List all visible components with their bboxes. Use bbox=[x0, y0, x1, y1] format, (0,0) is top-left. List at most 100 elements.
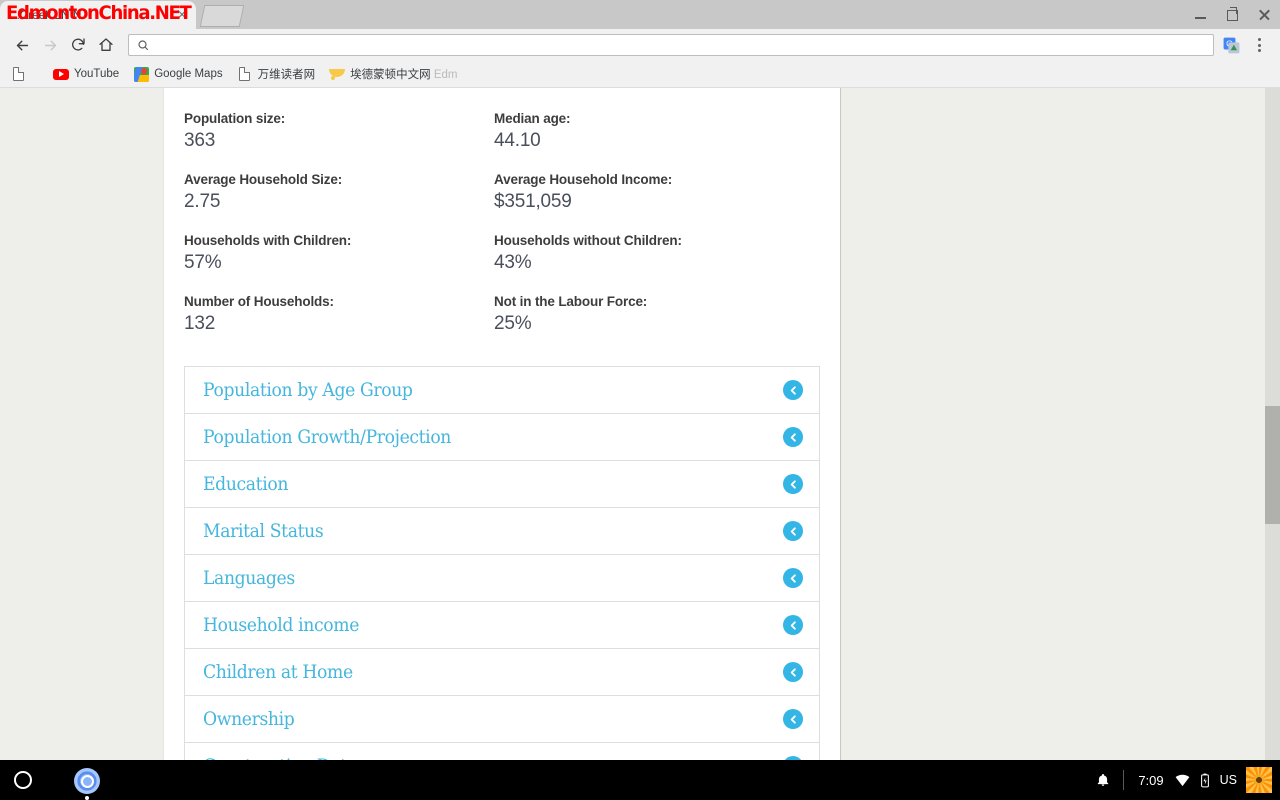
stat-average-household-income: Average Household Income: $351,059 bbox=[494, 171, 820, 232]
stat-average-household-size: Average Household Size: 2.75 bbox=[184, 171, 494, 232]
accordion-item-ownership[interactable]: Ownership bbox=[185, 696, 819, 743]
home-icon[interactable] bbox=[92, 31, 120, 59]
launcher-icon[interactable] bbox=[14, 771, 32, 789]
stat-value: 132 bbox=[184, 313, 216, 334]
chevron-left-icon[interactable] bbox=[783, 615, 803, 635]
window-controls bbox=[1184, 0, 1280, 29]
bookmark-label: 埃德蒙顿中文网 Edm bbox=[350, 69, 458, 81]
document-icon bbox=[237, 66, 253, 82]
bookmarks-bar: YouTube Google Maps 万维读者网 埃德蒙顿中文网 Edm bbox=[0, 61, 1280, 88]
wifi-icon[interactable] bbox=[1172, 774, 1194, 787]
stat-label: Median age: bbox=[494, 111, 571, 126]
active-app-indicator bbox=[85, 796, 89, 800]
chevron-left-icon[interactable] bbox=[783, 568, 803, 588]
stat-value: $351,059 bbox=[494, 191, 572, 212]
battery-icon[interactable] bbox=[1194, 773, 1216, 788]
scrollbar-thumb[interactable] bbox=[1265, 406, 1280, 524]
window-restore-icon[interactable] bbox=[1216, 0, 1248, 29]
chevron-left-icon[interactable] bbox=[783, 474, 803, 494]
browser-tab[interactable]: ...Creek LN N bbox=[0, 1, 196, 29]
chrome-icon[interactable] bbox=[74, 768, 100, 794]
accordion-label: Household income bbox=[203, 614, 360, 636]
vertical-scrollbar[interactable] bbox=[1265, 88, 1280, 760]
tab-close-icon[interactable] bbox=[174, 7, 190, 23]
stat-value: 363 bbox=[184, 130, 216, 151]
stat-label: Average Household Income: bbox=[494, 172, 673, 187]
accordion-item-marital-status[interactable]: Marital Status bbox=[185, 508, 819, 555]
tray-divider bbox=[1123, 770, 1125, 790]
stat-value: 44.10 bbox=[494, 130, 541, 151]
flag-icon bbox=[329, 66, 346, 82]
chevron-left-icon[interactable] bbox=[783, 662, 803, 682]
keyboard-layout-indicator[interactable]: US bbox=[1216, 773, 1244, 787]
stat-value: 2.75 bbox=[184, 191, 221, 212]
stat-label: Number of Households: bbox=[184, 294, 334, 309]
search-icon bbox=[138, 40, 149, 51]
three-dot-menu-icon[interactable] bbox=[1246, 31, 1272, 59]
stat-number-of-households: Number of Households: 132 bbox=[184, 293, 494, 354]
stat-label: Households with Children: bbox=[184, 233, 352, 248]
tab-title: ...Creek LN N bbox=[10, 8, 82, 22]
accordion-label: Marital Status bbox=[203, 520, 324, 542]
bookmark-item[interactable] bbox=[10, 66, 31, 82]
window-close-icon[interactable] bbox=[1248, 0, 1280, 29]
accordion-label: Population Growth/Projection bbox=[203, 426, 452, 448]
system-tray[interactable]: 7:09 US bbox=[1085, 760, 1272, 800]
stat-label: Not in the Labour Force: bbox=[494, 294, 648, 309]
new-tab-button[interactable] bbox=[199, 5, 245, 27]
stat-value: 43% bbox=[494, 252, 532, 273]
stat-population-size: Population size: 363 bbox=[184, 110, 494, 171]
document-icon bbox=[10, 66, 26, 82]
tab-strip: ...Creek LN N EdmontonChina.NET bbox=[0, 0, 1280, 29]
content-card: Population size: 363 Median age: 44.10 A… bbox=[163, 88, 841, 760]
accordion-label: Population by Age Group bbox=[203, 379, 413, 401]
youtube-icon bbox=[53, 66, 69, 82]
chevron-left-icon[interactable] bbox=[783, 709, 803, 729]
user-avatar[interactable] bbox=[1246, 767, 1272, 793]
stat-label: Households without Children: bbox=[494, 233, 682, 248]
accordion-label: Education bbox=[203, 473, 289, 495]
bookmark-label: 万维读者网 bbox=[257, 69, 316, 81]
bookmark-item-wanwei[interactable]: 万维读者网 bbox=[237, 66, 316, 82]
back-arrow-icon[interactable] bbox=[8, 31, 36, 59]
forward-arrow-icon bbox=[36, 31, 64, 59]
bookmark-label: Google Maps bbox=[154, 68, 223, 80]
clock[interactable]: 7:09 bbox=[1130, 773, 1171, 788]
chevron-left-icon[interactable] bbox=[783, 380, 803, 400]
bookmark-item-google-maps[interactable]: Google Maps bbox=[133, 66, 223, 82]
accordion-item-children-at-home[interactable]: Children at Home bbox=[185, 649, 819, 696]
stat-value: 25% bbox=[494, 313, 532, 334]
accordion-item-population-by-age-group[interactable]: Population by Age Group bbox=[185, 367, 819, 414]
bookmark-item-youtube[interactable]: YouTube bbox=[53, 66, 119, 82]
system-shelf: 7:09 US bbox=[0, 760, 1280, 800]
stat-value: 57% bbox=[184, 252, 222, 273]
address-bar[interactable] bbox=[128, 34, 1214, 56]
translate-icon[interactable]: G bbox=[1220, 34, 1242, 56]
stat-median-age: Median age: 44.10 bbox=[494, 110, 820, 171]
page-viewport: Population size: 363 Median age: 44.10 A… bbox=[0, 88, 1280, 760]
reload-icon[interactable] bbox=[64, 31, 92, 59]
stat-not-in-labour-force: Not in the Labour Force: 25% bbox=[494, 293, 820, 354]
accordion-item-household-income[interactable]: Household income bbox=[185, 602, 819, 649]
bookmark-item-edmonton-chinese[interactable]: 埃德蒙顿中文网 Edm bbox=[329, 66, 457, 82]
demographics-stats-grid: Population size: 363 Median age: 44.10 A… bbox=[184, 88, 820, 354]
window-minimize-icon[interactable] bbox=[1184, 0, 1216, 29]
bell-icon[interactable] bbox=[1085, 773, 1121, 787]
stat-households-with-children: Households with Children: 57% bbox=[184, 232, 494, 293]
stat-label: Average Household Size: bbox=[184, 172, 343, 187]
accordion-label: Languages bbox=[203, 567, 295, 589]
accordion-label: Ownership bbox=[203, 708, 295, 730]
accordion-label: Children at Home bbox=[203, 661, 353, 683]
browser-toolbar: G bbox=[0, 29, 1280, 61]
bookmark-label: YouTube bbox=[74, 68, 120, 80]
accordion-item-construction-date[interactable]: Construction Date bbox=[185, 743, 819, 760]
stat-households-without-children: Households without Children: 43% bbox=[494, 232, 820, 293]
accordion-item-languages[interactable]: Languages bbox=[185, 555, 819, 602]
accordion-list: Population by Age Group Population Growt… bbox=[184, 366, 820, 760]
accordion-item-education[interactable]: Education bbox=[185, 461, 819, 508]
browser-window: ...Creek LN N EdmontonChina.NET YouTube … bbox=[0, 0, 1280, 760]
google-maps-icon bbox=[133, 66, 149, 82]
chevron-left-icon[interactable] bbox=[783, 521, 803, 541]
chevron-left-icon[interactable] bbox=[783, 427, 803, 447]
accordion-item-population-growth-projection[interactable]: Population Growth/Projection bbox=[185, 414, 819, 461]
